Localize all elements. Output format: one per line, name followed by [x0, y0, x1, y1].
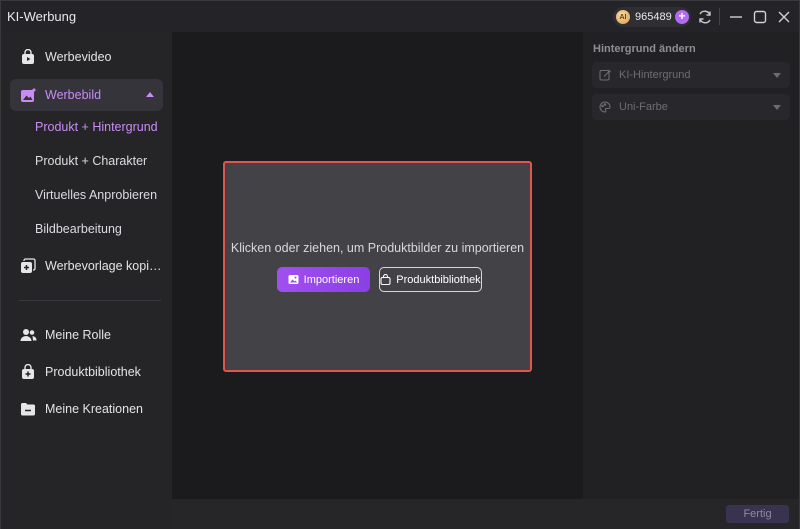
maximize-icon[interactable]	[752, 9, 768, 25]
nav-label: Werbevorlage kopieren	[45, 259, 163, 273]
nav-label: Werbevideo	[45, 50, 112, 64]
product-bag-icon	[19, 363, 37, 381]
nav-label: Werbebild	[45, 88, 102, 102]
product-library-button[interactable]: Produktbibliothek	[379, 267, 482, 292]
nav-meine-kreationen[interactable]: Meine Kreationen	[10, 393, 163, 425]
credit-count: 965489	[635, 11, 672, 23]
close-icon[interactable]	[776, 9, 792, 25]
subnav-bildbearbeitung[interactable]: Bildbearbeitung	[35, 222, 122, 236]
titlebar-divider	[719, 8, 720, 25]
bottom-bar: Fertig	[172, 499, 799, 529]
drop-instruction: Klicken oder ziehen, um Produktbilder zu…	[230, 241, 525, 255]
users-icon	[19, 326, 37, 344]
select-label: Uni-Farbe	[619, 101, 668, 113]
refresh-icon[interactable]	[697, 9, 713, 25]
image-sparkle-icon	[19, 86, 37, 104]
dropdown-caret-icon	[773, 73, 781, 78]
select-label: KI-Hintergrund	[619, 69, 691, 81]
app-title: KI-Werbung	[7, 9, 77, 24]
nav-label: Produktbibliothek	[45, 365, 141, 379]
nav-label: Meine Kreationen	[45, 402, 143, 416]
ai-background-select[interactable]: KI-Hintergrund	[592, 62, 790, 88]
import-button[interactable]: Importieren	[277, 267, 370, 292]
sidebar: Werbevideo Werbebild Produkt + Hintergru…	[1, 32, 172, 529]
minimize-icon[interactable]	[728, 9, 744, 25]
image-upload-icon	[288, 275, 299, 284]
nav-werbevideo[interactable]: Werbevideo	[10, 41, 163, 73]
import-label: Importieren	[303, 273, 360, 286]
subnav-virtuelles-anprobieren[interactable]: Virtuelles Anprobieren	[35, 188, 157, 202]
settings-panel: Hintergrund ändern KI-Hintergrund Uni-Fa…	[583, 32, 799, 499]
bag-icon	[380, 274, 391, 285]
sidebar-divider	[19, 300, 161, 301]
solid-color-select[interactable]: Uni-Farbe	[592, 94, 790, 120]
palette-icon	[599, 101, 611, 113]
upload-drop-zone[interactable]: Klicken oder ziehen, um Produktbilder zu…	[223, 161, 532, 372]
product-library-label: Produktbibliothek	[396, 273, 481, 286]
ai-coin-icon: AI	[616, 10, 630, 24]
copy-template-icon	[19, 257, 37, 275]
nav-werbevorlage[interactable]: Werbevorlage kopieren	[10, 250, 163, 282]
collapse-caret-icon[interactable]	[146, 92, 154, 97]
done-button[interactable]: Fertig	[726, 505, 789, 523]
nav-produktbibliothek[interactable]: Produktbibliothek	[10, 356, 163, 388]
app-window: KI-Werbung AI 965489 + Werbevideo Werbeb…	[0, 0, 800, 529]
dropdown-caret-icon	[773, 105, 781, 110]
edit-icon	[599, 69, 611, 81]
nav-meine-rolle[interactable]: Meine Rolle	[10, 319, 163, 351]
video-bag-icon	[19, 48, 37, 66]
title-bar: KI-Werbung AI 965489 +	[1, 1, 799, 32]
subnav-produkt-charakter[interactable]: Produkt + Charakter	[35, 154, 147, 168]
nav-werbebild[interactable]: Werbebild	[10, 79, 163, 111]
panel-title: Hintergrund ändern	[593, 43, 696, 55]
folder-icon	[19, 400, 37, 418]
nav-label: Meine Rolle	[45, 328, 112, 342]
subnav-produkt-hintergrund[interactable]: Produkt + Hintergrund	[35, 120, 158, 134]
add-credits-icon[interactable]: +	[675, 10, 689, 24]
